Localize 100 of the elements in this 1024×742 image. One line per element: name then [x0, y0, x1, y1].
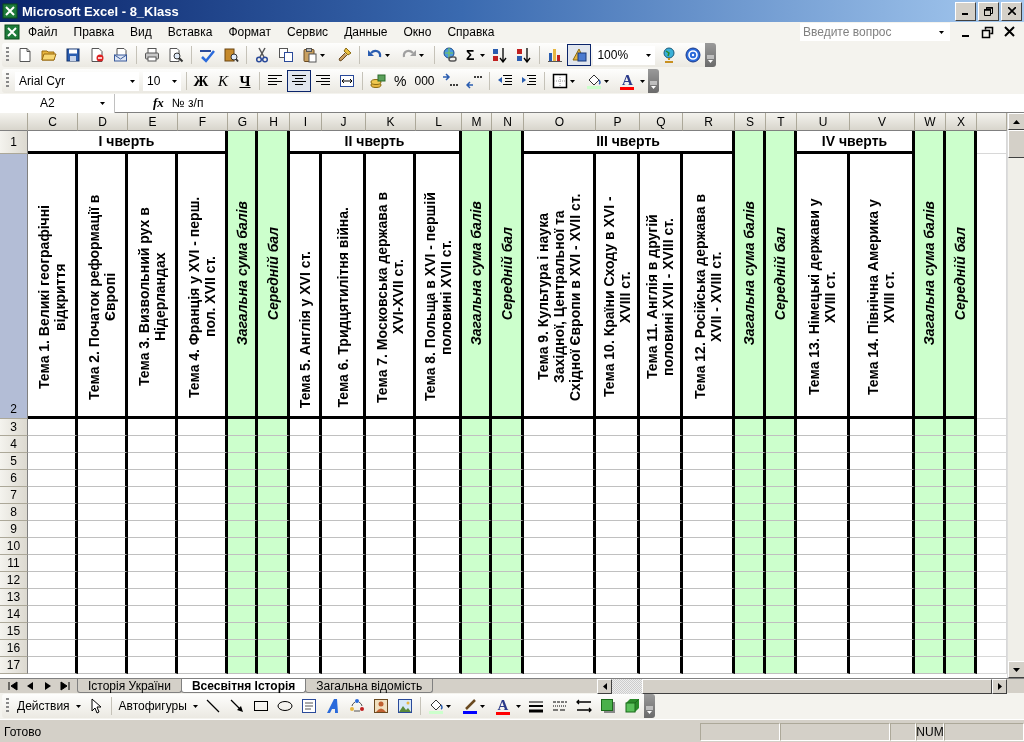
borders-icon[interactable]	[552, 73, 569, 89]
column-header[interactable]: S	[735, 113, 766, 131]
column-header[interactable]: K	[366, 113, 416, 131]
dropdown-caret-icon[interactable]	[480, 53, 486, 57]
column-header[interactable]: N	[492, 113, 524, 131]
row-header[interactable]: 5	[0, 453, 28, 470]
cube-icon[interactable]	[623, 698, 640, 714]
actions-menu-button[interactable]: Действия	[13, 695, 74, 717]
menu-item[interactable]: Данные	[336, 23, 396, 41]
dropdown-caret-icon[interactable]	[385, 53, 390, 57]
column-header[interactable]: F	[178, 113, 228, 131]
research-book-icon[interactable]	[223, 47, 239, 63]
dropdown-caret-icon[interactable]	[646, 53, 652, 57]
chart-icon[interactable]	[547, 47, 564, 63]
column-header[interactable]: D	[78, 113, 128, 131]
column-header[interactable]: G	[228, 113, 258, 131]
font-color-button[interactable]: A	[616, 70, 639, 92]
column-header[interactable]: V	[850, 113, 915, 131]
font-style-button[interactable]: Ж	[190, 70, 212, 92]
last-sheet-icon[interactable]	[60, 678, 72, 694]
wordart-icon[interactable]	[324, 698, 341, 714]
dropdown-caret-icon[interactable]	[130, 79, 135, 83]
sheet-tab[interactable]: Всесвітня Історія	[180, 679, 307, 693]
dropdown-caret-icon[interactable]	[75, 704, 81, 708]
fill-color-icon[interactable]	[427, 698, 444, 714]
column-header[interactable]: T	[766, 113, 797, 131]
dropdown-caret-icon[interactable]	[419, 53, 424, 57]
column-header[interactable]: I	[290, 113, 322, 131]
dropdown-caret-icon[interactable]	[320, 53, 325, 57]
autosum-button[interactable]: Σ	[462, 44, 479, 66]
currency-icon[interactable]	[370, 73, 386, 89]
spelling-check-icon[interactable]	[199, 47, 215, 63]
copy-icon[interactable]	[278, 47, 294, 63]
minimize-button[interactable]	[955, 1, 976, 21]
row-header[interactable]: 9	[0, 521, 28, 538]
menu-item[interactable]: Сервис	[279, 23, 337, 41]
restore-button[interactable]	[978, 1, 999, 21]
font-color-button[interactable]: A	[491, 695, 514, 717]
menu-item[interactable]: Окно	[395, 23, 440, 41]
row-header[interactable]: 12	[0, 572, 28, 589]
menu-item[interactable]: Формат	[220, 23, 280, 41]
font-dropdown[interactable]: Arial Cyr	[15, 71, 139, 91]
column-header[interactable]: Q	[640, 113, 683, 131]
column-header[interactable]: L	[416, 113, 462, 131]
clip-art-icon[interactable]	[372, 698, 389, 714]
menu-item[interactable]: Вставка	[159, 23, 221, 41]
scroll-right-button[interactable]	[992, 678, 1007, 694]
shadow-icon[interactable]	[599, 698, 616, 714]
close-button[interactable]	[1001, 1, 1022, 21]
row-header[interactable]: 15	[0, 623, 28, 640]
zoom-dropdown[interactable]: 100%	[593, 45, 656, 65]
picture-icon[interactable]	[396, 698, 413, 714]
row-header[interactable]: 3	[0, 419, 28, 436]
menu-item[interactable]: Правка	[65, 23, 123, 41]
autoshapes-menu-button[interactable]: Автофигуры	[114, 695, 191, 717]
first-sheet-icon[interactable]	[6, 678, 18, 694]
arrow-style-icon[interactable]	[575, 698, 592, 714]
sort-descending-icon[interactable]	[516, 47, 533, 63]
row-header[interactable]: 6	[0, 470, 28, 487]
row-header[interactable]: 7	[0, 487, 28, 504]
menu-item[interactable]: Справка	[439, 23, 503, 41]
restore-icon[interactable]	[980, 24, 996, 40]
column-header[interactable]: J	[322, 113, 366, 131]
decrease-decimal-icon[interactable]	[466, 73, 483, 89]
dropdown-caret-icon[interactable]	[172, 79, 177, 83]
insert-function-button[interactable]: fx	[153, 95, 164, 111]
new-document-icon[interactable]	[17, 47, 33, 63]
percent-button[interactable]: %	[390, 70, 411, 92]
row-header[interactable]: 14	[0, 606, 28, 623]
column-header[interactable]: R	[683, 113, 735, 131]
font-style-button[interactable]: К	[212, 70, 234, 92]
clipboard-icon[interactable]	[302, 47, 318, 63]
font-size-dropdown[interactable]: 10	[143, 71, 181, 91]
dropdown-caret-icon[interactable]	[445, 704, 451, 708]
dropdown-caret-icon[interactable]	[939, 30, 944, 34]
text-box-icon[interactable]	[300, 698, 317, 714]
rectangle-icon[interactable]	[252, 698, 269, 714]
fill-color-icon[interactable]	[586, 73, 603, 89]
excel-app-icon[interactable]	[2, 3, 18, 19]
arrow-icon[interactable]	[228, 698, 245, 714]
printer-icon[interactable]	[144, 47, 160, 63]
sheet-tab[interactable]: Історія України	[77, 679, 182, 693]
toolbar-options-button[interactable]	[643, 694, 655, 718]
scroll-thumb[interactable]	[642, 678, 992, 694]
row-header[interactable]: 8	[0, 504, 28, 521]
print-preview-icon[interactable]	[168, 47, 184, 63]
sort-ascending-icon[interactable]	[492, 47, 509, 63]
dropdown-caret-icon[interactable]	[604, 79, 610, 83]
ask-question-field[interactable]: Введите вопрос	[800, 23, 950, 41]
dropdown-caret-icon[interactable]	[640, 79, 646, 83]
scissors-icon[interactable]	[254, 47, 270, 63]
email-icon[interactable]	[113, 47, 129, 63]
dropdown-caret-icon[interactable]	[515, 704, 521, 708]
row-header[interactable]: 4	[0, 436, 28, 453]
column-header[interactable]: X	[946, 113, 977, 131]
row-header[interactable]: 16	[0, 640, 28, 657]
oval-icon[interactable]	[276, 698, 293, 714]
select-all-button[interactable]	[0, 113, 28, 131]
column-header[interactable]: C	[28, 113, 78, 131]
diagram-icon[interactable]	[348, 698, 365, 714]
